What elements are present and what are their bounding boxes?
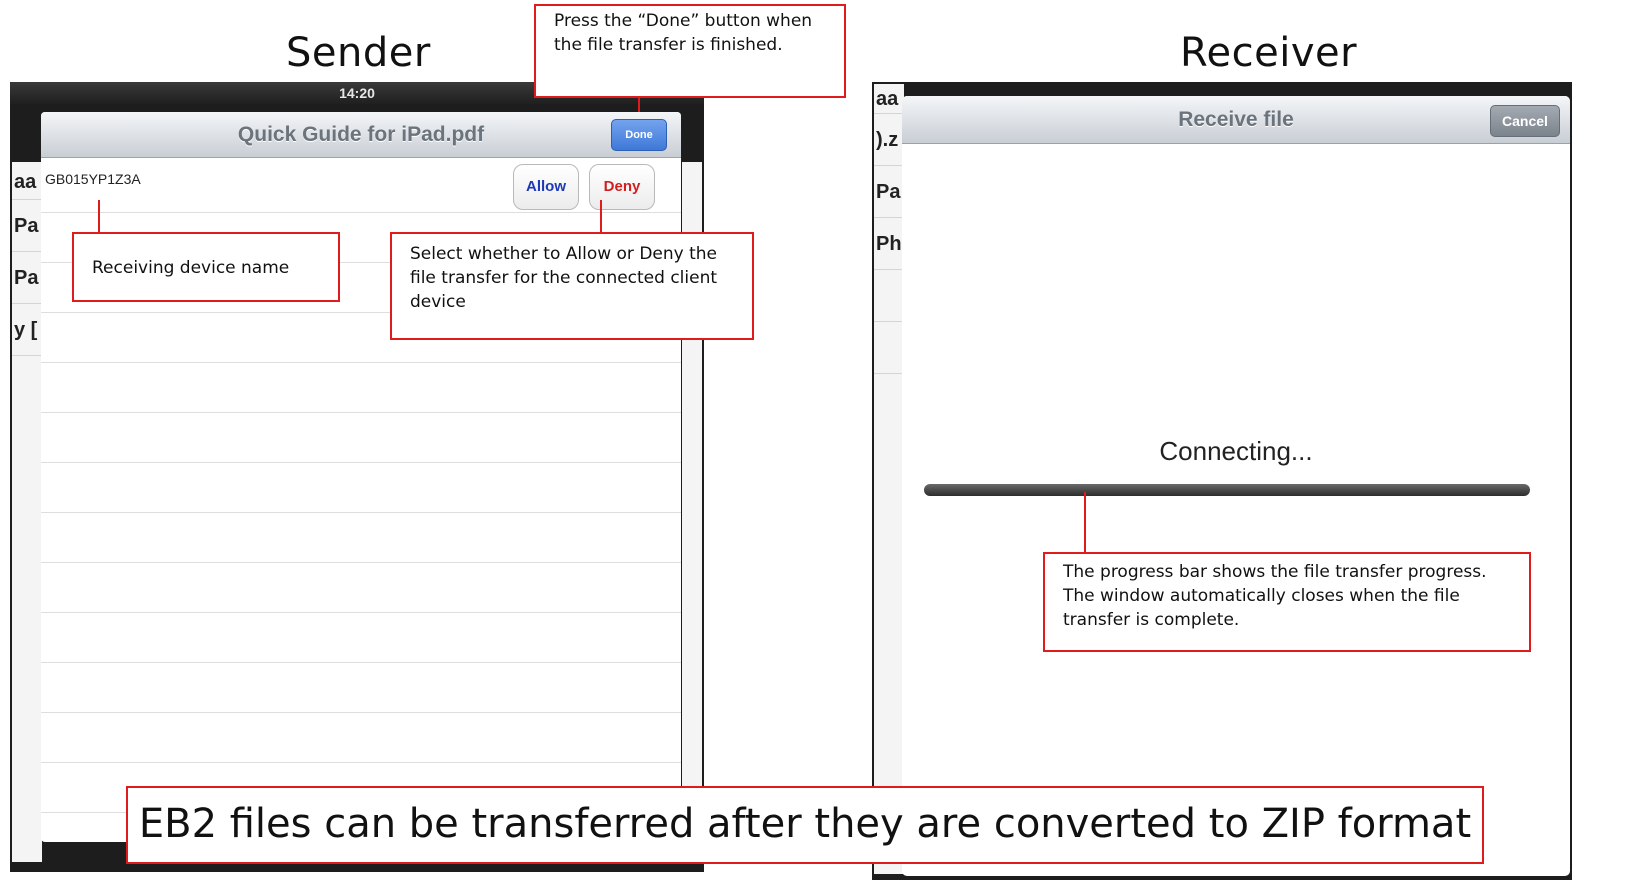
receiver-modal-sheet: Receive file Cancel Connecting... xyxy=(902,96,1570,876)
progress-callout: The progress bar shows the file transfer… xyxy=(1043,552,1531,652)
background-row: Pa xyxy=(12,200,42,252)
empty-row xyxy=(41,363,681,413)
device-row: GB015YP1Z3A Allow Deny xyxy=(41,159,681,213)
empty-row xyxy=(41,713,681,763)
empty-row xyxy=(41,613,681,663)
done-leader-line xyxy=(638,96,640,112)
allow-deny-callout: Select whether to Allow or Deny the file… xyxy=(390,232,754,340)
allow-leader-line xyxy=(600,200,602,232)
receiver-heading: Receiver xyxy=(1180,30,1358,76)
sender-nav-bar: Quick Guide for iPad.pdf Done xyxy=(41,112,681,158)
empty-row xyxy=(41,513,681,563)
sender-modal-sheet: Quick Guide for iPad.pdf Done GB015YP1Z3… xyxy=(41,112,681,842)
receiver-nav-bar: Receive file Cancel xyxy=(902,96,1570,144)
transfer-progress-bar xyxy=(924,484,1530,496)
background-row: aa xyxy=(12,162,42,200)
empty-row xyxy=(41,463,681,513)
eb2-zip-callout: EB2 files can be transferred after they … xyxy=(126,786,1484,864)
receiver-background-list: aa ).z Pa Ph xyxy=(874,84,904,874)
sender-background-list: aa Pa Pa y [ xyxy=(12,162,42,862)
empty-row xyxy=(41,563,681,613)
deny-button[interactable]: Deny xyxy=(589,164,655,210)
background-row xyxy=(874,270,904,322)
background-row: Pa xyxy=(12,252,42,304)
receiving-device-name: GB015YP1Z3A xyxy=(45,171,141,187)
receive-file-title: Receive file xyxy=(1178,108,1294,131)
background-row: Pa xyxy=(874,166,904,218)
background-row: aa xyxy=(874,84,904,114)
empty-row xyxy=(41,413,681,463)
receiver-ipad-screen: aa ).z Pa Ph Receive file Cancel Connect… xyxy=(872,82,1572,880)
background-row: ).z xyxy=(874,114,904,166)
background-row xyxy=(874,322,904,374)
background-row: Ph xyxy=(874,218,904,270)
progress-leader-line xyxy=(1084,492,1086,552)
done-callout: Press the “Done” button when the file tr… xyxy=(534,4,846,98)
device-name-callout: Receiving device name xyxy=(72,232,340,302)
device-leader-line xyxy=(98,200,100,232)
connecting-status: Connecting... xyxy=(1159,436,1313,466)
sender-file-title: Quick Guide for iPad.pdf xyxy=(237,123,485,146)
done-button[interactable]: Done xyxy=(611,119,667,151)
cancel-button[interactable]: Cancel xyxy=(1490,105,1560,137)
background-row: y [ xyxy=(12,304,42,356)
sender-heading: Sender xyxy=(286,30,431,76)
allow-button[interactable]: Allow xyxy=(513,164,579,210)
empty-row xyxy=(41,663,681,713)
